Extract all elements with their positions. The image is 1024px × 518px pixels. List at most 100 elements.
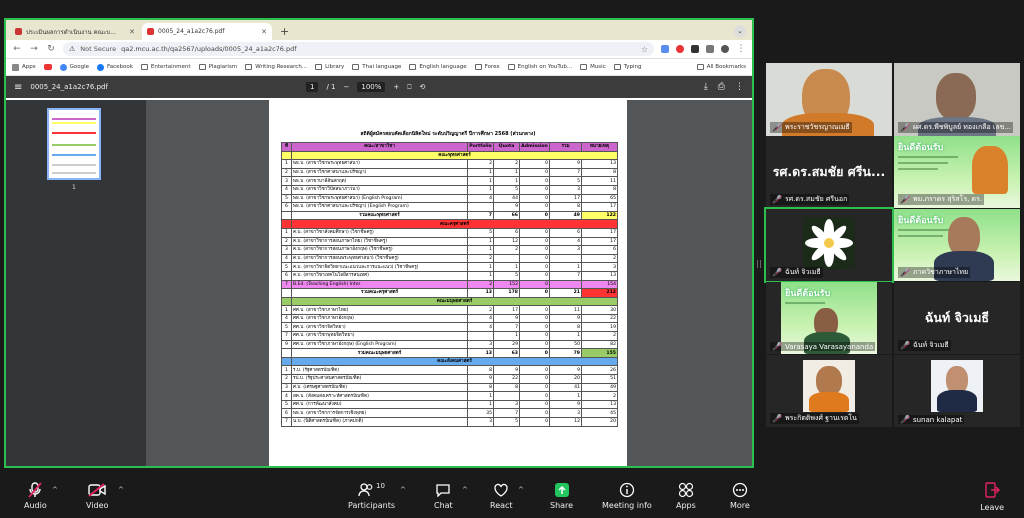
participant-tile[interactable]: ยินดีต้อนรับ 🎤̸ พม.ภราดร สุริสโร, ดร. <box>894 136 1020 208</box>
background-line <box>898 229 953 231</box>
table-cell: 26 <box>581 365 618 376</box>
participant-tile[interactable]: 🎤̸ sunan kalapat <box>894 355 1020 427</box>
address-bar[interactable]: ⚠ Not Secure qa2.mcu.ac.th/qa2567/upload… <box>63 42 654 56</box>
table-row: 3 พธ.บ. (สาขาบาลีสันสกฤต) 1 1 0 5 11 <box>281 176 618 186</box>
bookmark-google[interactable]: Google <box>59 63 89 71</box>
chat-options-caret[interactable]: ^ <box>462 486 468 494</box>
all-bookmarks[interactable]: All Bookmarks <box>696 64 746 70</box>
more-button[interactable]: More <box>730 482 750 510</box>
bookmark-apps[interactable]: Apps <box>12 63 36 71</box>
audio-button[interactable]: Audio <box>24 482 47 510</box>
extension-icon[interactable] <box>676 45 684 53</box>
meeting-info-button[interactable]: Meeting info <box>602 482 652 510</box>
table-cell: 0 <box>519 339 550 350</box>
video-options-caret[interactable]: ^ <box>118 486 124 494</box>
bookmark-youtube[interactable] <box>43 64 52 70</box>
participant-tile[interactable]: รศ.ดร.สมชัย ศรีน... 🎤̸ รศ.ดร.สมชัย ศรีนอก <box>766 136 892 208</box>
reload-icon[interactable]: ↻ <box>46 44 56 54</box>
table-cell: 5 <box>281 262 292 272</box>
react-button[interactable]: React <box>490 482 513 510</box>
bookmark-facebook[interactable]: Facebook <box>97 63 133 71</box>
rotate-icon[interactable]: ⟲ <box>419 83 425 91</box>
bookmark-folder[interactable]: Thai language <box>352 64 401 70</box>
kebab-menu-icon[interactable]: ⋮ <box>736 44 746 54</box>
zoom-out-icon[interactable]: − <box>344 83 350 91</box>
panel-resize-handle[interactable] <box>757 260 761 268</box>
bookmark-folder[interactable]: Writing Research... <box>245 64 307 70</box>
react-options-caret[interactable]: ^ <box>518 486 524 494</box>
page-thumbnail[interactable] <box>47 108 101 180</box>
table-cell: 22 <box>581 313 618 324</box>
zoom-in-icon[interactable]: + <box>393 83 399 91</box>
video-button[interactable]: Video <box>86 482 108 510</box>
participant-tile[interactable]: ฉันท์ จิวเมธี 🎤̸ ฉันท์ จิวเมธี <box>894 282 1020 354</box>
table-cell: 0 <box>519 167 550 178</box>
browser-tab-2[interactable]: 0005_24_a1a2c76.pdf ✕ <box>142 23 272 40</box>
extensions-puzzle-icon[interactable] <box>706 45 714 53</box>
participants-button[interactable]: 10 Participants <box>348 482 395 510</box>
tab-search-icon[interactable]: ⌄ <box>734 25 746 37</box>
table-cell: 12 <box>549 417 582 427</box>
participant-tile[interactable]: ยินดีต้อนรับ 🎤̸ ภาควิชาภาษาไทย <box>894 209 1020 281</box>
bookmark-folder[interactable]: Typing <box>613 64 642 70</box>
chat-button[interactable]: Chat <box>434 482 453 510</box>
table-cell: 0 <box>519 279 550 290</box>
bookmark-folder[interactable]: English language <box>409 64 467 70</box>
pdf-viewer: 1 สถิติผู้สมัครสอบคัดเลือกนิสิตใหม่ ระดั… <box>6 100 752 466</box>
security-label[interactable]: Not Secure <box>80 45 116 53</box>
table-row: 5 ค.บ. (สาขาวิชาจิตวิทยาแนะแนวและการแนะแน… <box>281 262 618 272</box>
bookmark-folder[interactable]: Plagiarism <box>198 64 237 70</box>
zoom-input[interactable]: 100% <box>357 82 386 92</box>
leave-button[interactable]: Leave <box>980 482 1004 512</box>
participant-tile[interactable]: 🎤̸ พระราชวัชรญาณเมธี <box>766 63 892 136</box>
profile-icon[interactable] <box>721 45 729 53</box>
google-icon <box>59 63 67 71</box>
participant-tile[interactable]: 🎤̸ ผศ.ดร.พีชพิบูลย์ ทองเกลือ เลข... <box>894 63 1020 136</box>
browser-tab-1[interactable]: ประเมินผลการดำเนินงาน คณะบ... ✕ <box>10 23 140 40</box>
warning-icon[interactable]: ⚠ <box>69 45 75 53</box>
download-icon[interactable]: ⤓ <box>704 82 708 92</box>
back-icon[interactable]: ← <box>12 44 22 54</box>
fit-page-icon[interactable]: ⎕ <box>407 83 411 92</box>
table-cell: 0 <box>519 365 550 376</box>
forward-icon[interactable]: → <box>29 44 39 54</box>
share-button[interactable]: Share <box>550 482 573 510</box>
audio-options-caret[interactable]: ^ <box>52 486 58 494</box>
participant-tile[interactable]: ยินดีต้อนรับ 🎤̸ Varasaya Varasayananda <box>766 282 892 354</box>
table-cell: 2 <box>281 374 292 384</box>
extension-icon[interactable] <box>661 45 669 53</box>
table-cell: 2 <box>581 253 618 264</box>
extension-icon[interactable] <box>691 45 699 53</box>
table-cell: 1 <box>493 262 520 272</box>
close-tab-icon[interactable]: ✕ <box>129 28 135 36</box>
bookmark-folder[interactable]: Library <box>315 64 344 70</box>
table-header-cell: หมายเหตุ <box>581 142 618 152</box>
new-tab-button[interactable]: + <box>274 23 295 40</box>
bookmark-folder[interactable]: Forex <box>474 64 500 70</box>
table-cell: 20 <box>549 374 582 384</box>
table-cell: 66 <box>493 210 520 221</box>
table-cell: 35 <box>467 408 494 418</box>
table-cell: ร.บ. (รัฐศาสตรบัณฑิต) <box>291 365 468 376</box>
apps-button[interactable]: Apps <box>676 482 696 510</box>
url-text[interactable]: qa2.mcu.ac.th/qa2567/uploads/0005_24_a1a… <box>121 45 296 53</box>
close-tab-icon[interactable]: ✕ <box>261 28 267 36</box>
table-cell: 11 <box>581 176 618 186</box>
bookmark-folder[interactable]: English on YouTub... <box>507 64 572 70</box>
table-cell: 6 <box>581 245 618 255</box>
more-options-icon[interactable]: ⋮ <box>735 82 744 92</box>
table-cell: 13 <box>467 348 494 358</box>
bookmark-folder[interactable]: Entertainment <box>140 64 191 70</box>
bookmark-folder[interactable]: Music <box>580 64 606 70</box>
print-icon[interactable]: ⎙ <box>718 82 725 92</box>
muted-mic-icon: 🎤̸ <box>900 195 910 204</box>
table-cell: 3 <box>467 417 494 427</box>
avatar-photo <box>803 360 855 412</box>
participants-options-caret[interactable]: ^ <box>400 486 406 494</box>
participant-tile-active-speaker[interactable]: 🎤̸ ฉันท์ จิวเมธี <box>764 207 894 283</box>
page-number-input[interactable]: 1 <box>306 82 319 92</box>
table-cell: 13 <box>581 270 618 281</box>
bookmark-star-icon[interactable]: ☆ <box>641 45 648 54</box>
participant-tile[interactable]: 🎤̸ พระกิตติพงศ์ ฐานเรดโน <box>766 355 892 427</box>
menu-icon[interactable]: ≡ <box>14 82 22 93</box>
